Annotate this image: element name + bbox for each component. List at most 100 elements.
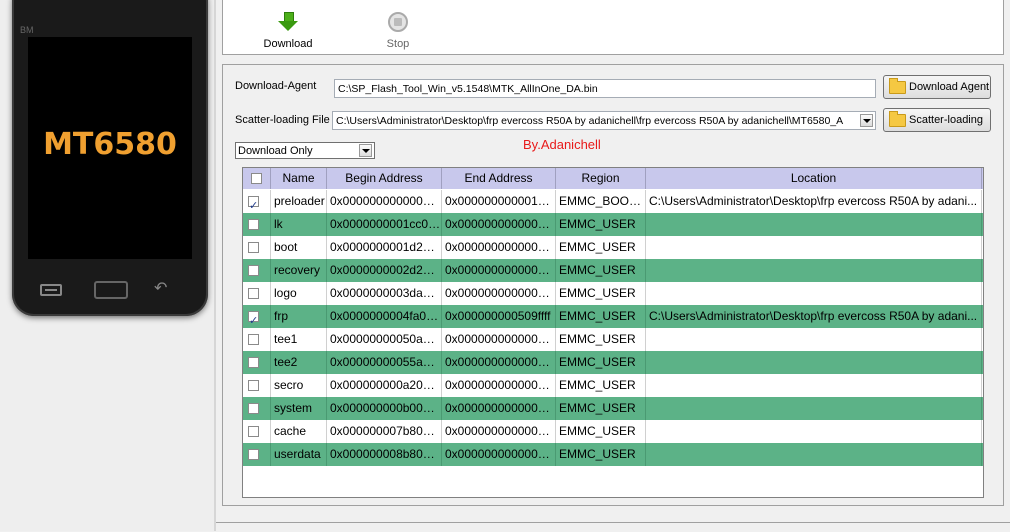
header-location[interactable]: Location (646, 168, 982, 189)
phone-back-icon: ↶ (154, 280, 168, 297)
chip-label: MT6580 (43, 127, 177, 162)
phone-image: BM MT6580 ↶ (12, 0, 208, 316)
row-checkbox[interactable] (248, 288, 259, 299)
cell-checkbox (243, 190, 271, 213)
cell-name: logo (271, 282, 327, 305)
cell-name: tee1 (271, 328, 327, 351)
header-end-address[interactable]: End Address (442, 168, 556, 189)
cell-region: EMMC_USER (556, 282, 646, 305)
cell-location (646, 282, 982, 305)
cell-begin-address: 0x0000000000000000 (327, 190, 442, 213)
download-mode-select[interactable]: Download Only (235, 142, 375, 159)
cell-name: userdata (271, 443, 327, 466)
cell-begin-address: 0x000000000a200000 (327, 374, 442, 397)
cell-region: EMMC_BOOT_1 (556, 190, 646, 213)
folder-icon (889, 111, 906, 127)
cell-checkbox (243, 259, 271, 282)
cell-location (646, 443, 982, 466)
cell-name: system (271, 397, 327, 420)
row-checkbox[interactable] (248, 449, 259, 460)
chevron-down-icon[interactable] (860, 114, 873, 127)
table-row[interactable]: logo 0x0000000003da0000 0x0000000000000000… (243, 282, 983, 305)
row-checkbox[interactable] (248, 334, 259, 345)
cell-end-address: 0x0000000000000000 (442, 328, 556, 351)
cell-end-address: 0x0000000000000000 (442, 282, 556, 305)
cell-region: EMMC_USER (556, 328, 646, 351)
row-checkbox[interactable] (248, 242, 259, 253)
header-name[interactable]: Name (271, 168, 327, 189)
cell-name: preloader (271, 190, 327, 213)
cell-location (646, 328, 982, 351)
cell-end-address: 0x000000000001e657 (442, 190, 556, 213)
table-row[interactable]: boot 0x0000000001d20000 0x0000000000000000… (243, 236, 983, 259)
download-panel: Download-Agent C:\SP_Flash_Tool_Win_v5.1… (222, 64, 1004, 506)
row-checkbox[interactable] (248, 194, 259, 213)
download-button[interactable]: Download (253, 12, 323, 50)
phone-screen: MT6580 (28, 37, 192, 259)
cell-checkbox (243, 236, 271, 259)
row-checkbox[interactable] (248, 426, 259, 437)
cell-checkbox (243, 397, 271, 420)
row-checkbox[interactable] (248, 219, 259, 230)
cell-begin-address: 0x00000000055a0000 (327, 351, 442, 374)
cell-location (646, 236, 982, 259)
cell-name: secro (271, 374, 327, 397)
scatter-loading-button-label: Scatter-loading (909, 114, 983, 126)
row-checkbox[interactable] (248, 309, 259, 328)
table-row[interactable]: preloader0x00000000000000000x00000000000… (243, 190, 983, 213)
cell-region: EMMC_USER (556, 305, 646, 328)
table-row[interactable]: cache 0x000000007b800000 0x000000000000000… (243, 420, 983, 443)
cell-name: boot (271, 236, 327, 259)
table-row[interactable]: userdata 0x000000008b800000 0x000000000000… (243, 443, 983, 466)
row-checkbox[interactable] (248, 403, 259, 414)
main-panel: Download Stop Download-Agent C:\SP_Flash… (216, 0, 1010, 531)
download-agent-field[interactable]: C:\SP_Flash_Tool_Win_v5.1548\MTK_AllInOn… (334, 79, 876, 98)
cell-begin-address: 0x0000000003da0000 (327, 282, 442, 305)
cell-region: EMMC_USER (556, 259, 646, 282)
cell-checkbox (243, 282, 271, 305)
cell-checkbox (243, 328, 271, 351)
row-checkbox[interactable] (248, 265, 259, 276)
select-all-checkbox[interactable] (251, 173, 262, 184)
cell-name: frp (271, 305, 327, 328)
cell-region: EMMC_USER (556, 420, 646, 443)
cell-name: recovery (271, 259, 327, 282)
cell-location (646, 374, 982, 397)
cell-checkbox (243, 305, 271, 328)
cell-region: EMMC_USER (556, 443, 646, 466)
table-row[interactable]: tee1 0x00000000050a0000 0x0000000000000000… (243, 328, 983, 351)
stop-label: Stop (386, 38, 410, 50)
stop-button[interactable]: Stop (363, 12, 433, 50)
table-row[interactable]: tee2 0x00000000055a0000 0x0000000000000000… (243, 351, 983, 374)
header-begin-address[interactable]: Begin Address (327, 168, 442, 189)
cell-end-address: 0x0000000000000000 (442, 443, 556, 466)
cell-end-address: 0x0000000000000000 (442, 236, 556, 259)
folder-icon (889, 78, 906, 94)
scatter-loading-field[interactable]: C:\Users\Administrator\Desktop\frp everc… (332, 111, 876, 130)
row-checkbox[interactable] (248, 380, 259, 391)
download-agent-button[interactable]: Download Agent (883, 75, 991, 99)
scatter-loading-button[interactable]: Scatter-loading (883, 108, 991, 132)
cell-region: EMMC_USER (556, 213, 646, 236)
table-row[interactable]: system 0x000000000b000000 0x00000000000000… (243, 397, 983, 420)
chevron-down-icon[interactable] (359, 144, 372, 157)
stop-icon (388, 12, 408, 32)
header-select-all[interactable] (243, 168, 271, 189)
download-agent-label: Download-Agent (235, 80, 317, 92)
table-row[interactable]: recovery 0x0000000002d20000 0x000000000000… (243, 259, 983, 282)
cell-location: C:\Users\Administrator\Desktop\frp everc… (646, 190, 982, 213)
table-row[interactable]: lk 0x0000000001cc0000 0x0000000000000000 EM… (243, 213, 983, 236)
cell-location (646, 213, 982, 236)
table-row[interactable]: frp0x0000000004fa00000x000000000509ffffE… (243, 305, 983, 328)
device-preview-panel: BM MT6580 ↶ (0, 0, 214, 531)
phone-home-icon (94, 281, 128, 299)
cell-checkbox (243, 443, 271, 466)
table-row[interactable]: secro 0x000000000a200000 0x000000000000000… (243, 374, 983, 397)
cell-checkbox (243, 213, 271, 236)
cell-name: tee2 (271, 351, 327, 374)
cell-location: C:\Users\Administrator\Desktop\frp everc… (646, 305, 982, 328)
cell-checkbox (243, 420, 271, 443)
row-checkbox[interactable] (248, 357, 259, 368)
header-region[interactable]: Region (556, 168, 646, 189)
cell-begin-address: 0x0000000002d20000 (327, 259, 442, 282)
